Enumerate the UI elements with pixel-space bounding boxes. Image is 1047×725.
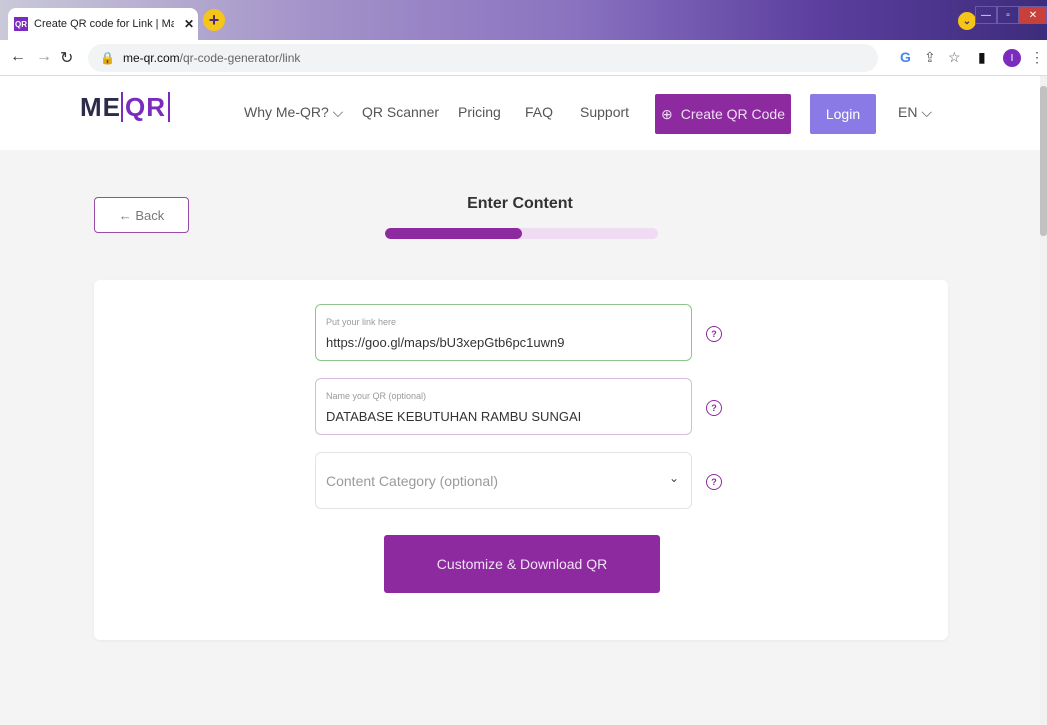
content-form-card: Put your link here https://goo.gl/maps/b… [94,280,948,640]
forward-arrow-icon[interactable]: → [36,48,52,66]
share-icon[interactable]: ⇪ [924,49,936,66]
google-icon[interactable]: G [900,49,911,65]
page-scrollbar[interactable] [1040,76,1047,725]
language-selector[interactable]: EN ⌵ [898,104,932,121]
menu-why-meqr[interactable]: Why Me-QR? ⌵ [244,104,343,121]
minimize-icon[interactable]: — [975,6,997,24]
browser-titlebar: QR Create QR code for Link | Make yc ✕ +… [0,0,1047,40]
menu-faq[interactable]: FAQ [525,104,553,120]
qr-name-placeholder: Name your QR (optional) [326,391,427,401]
close-window-icon[interactable]: ✕ [1019,6,1047,24]
link-placeholder: Put your link here [326,317,397,327]
menu-qr-scanner[interactable]: QR Scanner [362,104,439,120]
new-tab-button[interactable]: + [203,9,225,31]
link-field[interactable]: Put your link here https://goo.gl/maps/b… [315,304,692,361]
maximize-icon[interactable]: ▫ [997,6,1019,24]
plus-circle-icon: ⊕ [660,105,673,122]
scrollbar-thumb[interactable] [1040,86,1047,236]
progress-fill [385,228,522,239]
lock-icon: 🔒 [100,51,115,65]
customize-download-button[interactable]: Customize & Download QR [384,535,660,593]
reload-icon[interactable]: ↻ [60,48,73,68]
sidebar-icon[interactable]: ▮ [978,49,986,66]
step-progress-bar [385,228,658,239]
meqr-logo[interactable]: ME QR [80,92,170,123]
tab-title: Create QR code for Link | Make yc [34,18,174,30]
create-qr-code-label: Create QR Code [680,106,785,122]
menu-support[interactable]: Support [580,104,629,120]
chevron-down-icon: ⌄ [668,471,679,485]
link-help-icon[interactable]: ? [706,326,722,342]
link-value[interactable]: https://goo.gl/maps/bU3xepGtb6pc1uwn9 [326,335,564,350]
logo-me-text: ME [80,92,121,122]
content-category-select[interactable]: Content Category (optional) ⌄ [315,452,692,509]
site-header: ME QR Why Me-QR? ⌵ QR Scanner Pricing FAQ… [0,76,1040,150]
category-placeholder: Content Category (optional) [326,473,498,489]
close-tab-icon[interactable]: ✕ [180,17,198,31]
profile-avatar[interactable]: I [1003,49,1021,67]
qr-name-field[interactable]: Name your QR (optional) DATABASE KEBUTUH… [315,378,692,435]
address-domain: me-qr.com [122,51,180,65]
address-path: /qr-code-generator/link [179,51,301,65]
address-input[interactable]: 🔒 me-qr.com/qr-code-generator/link [88,44,878,72]
tab-search-icon[interactable]: ⌄ [958,12,976,30]
login-button[interactable]: Login [810,94,876,134]
menu-pricing[interactable]: Pricing [458,104,501,120]
step-title: Enter Content [467,195,573,212]
qr-name-value[interactable]: DATABASE KEBUTUHAN RAMBU SUNGAI [326,409,581,424]
address-toolbar: ← → ↻ 🔒 me-qr.com/qr-code-generator/link… [0,40,1047,76]
back-arrow-icon[interactable]: ← [10,48,26,66]
bookmark-star-icon[interactable]: ☆ [948,49,961,66]
more-menu-icon[interactable]: ⋮ [1030,49,1044,66]
logo-qr-text: QR [121,92,170,122]
qr-favicon-icon: QR [14,17,28,31]
browser-tab[interactable]: QR Create QR code for Link | Make yc ✕ [8,8,198,40]
category-help-icon[interactable]: ? [706,474,722,490]
create-qr-code-button[interactable]: ⊕ Create QR Code [655,94,791,134]
qr-name-help-icon[interactable]: ? [706,400,722,416]
